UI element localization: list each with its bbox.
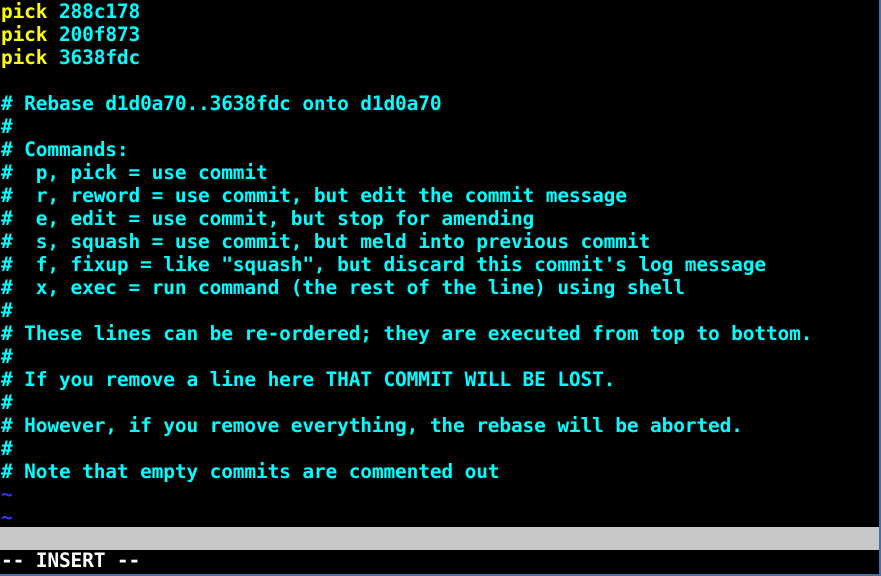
- line-segment-comment: # s, squash = use commit, but meld into …: [1, 230, 651, 253]
- buffer-line-comment[interactable]: # These lines can be re-ordered; they ar…: [1, 322, 879, 345]
- line-segment-comment: # If you remove a line here THAT COMMIT …: [1, 368, 616, 391]
- editor-buffer[interactable]: pick 288c178 Tell .gitattributes that .t…: [0, 0, 879, 527]
- line-segment-message: i am a commit: [151, 46, 303, 69]
- vim-status-line: <ectPorcupine\.git\rebase-merge\git-reba…: [0, 527, 879, 550]
- line-segment-comment: #: [1, 345, 13, 368]
- buffer-line-comment[interactable]: #: [1, 345, 879, 368]
- buffer-line-comment[interactable]: # Rebase d1d0a70..3638fdc onto d1d0a70: [1, 92, 879, 115]
- line-segment-comment: # f, fixup = like "squash", but discard …: [1, 253, 766, 276]
- buffer-line-comment[interactable]: # s, squash = use commit, but meld into …: [1, 230, 879, 253]
- buffer-line-comment[interactable]: #: [1, 391, 879, 414]
- line-segment-comment: # Commands:: [1, 138, 129, 161]
- line-segment-comment: #: [1, 299, 13, 322]
- buffer-line-comment[interactable]: #: [1, 299, 879, 322]
- line-segment-comment: # However, if you remove everything, the…: [1, 414, 743, 437]
- buffer-line-comment[interactable]: # f, fixup = like "squash", but discard …: [1, 253, 879, 276]
- buffer-line-comment[interactable]: # x, exec = run command (the rest of the…: [1, 276, 879, 299]
- buffer-line-comment[interactable]: # Commands:: [1, 138, 879, 161]
- vim-mode-indicator: -- INSERT --: [0, 550, 879, 572]
- line-segment-comment: #: [1, 437, 13, 460]
- buffer-line-comment[interactable]: # If you remove a line here THAT COMMIT …: [1, 368, 879, 391]
- line-segment-comment: # These lines can be re-ordered; they ar…: [1, 322, 813, 345]
- line-segment-hash: 3638fdc: [58, 46, 152, 69]
- line-segment-hash: 200f873: [58, 23, 152, 46]
- buffer-line-comment[interactable]: #: [1, 437, 879, 460]
- line-segment-comment: # Rebase d1d0a70..3638fdc onto d1d0a70: [1, 92, 442, 115]
- buffer-line-pick[interactable]: pick 288c178 Tell .gitattributes that .t…: [1, 0, 879, 23]
- buffer-line-comment[interactable]: # e, edit = use commit, but stop for ame…: [1, 207, 879, 230]
- line-segment-comment: # r, reword = use commit, but edit the c…: [1, 184, 627, 207]
- line-segment-keyword: pick: [1, 23, 59, 46]
- buffer-line-tilde[interactable]: ~: [1, 506, 879, 527]
- buffer-line-pick[interactable]: pick 200f873 Update GIT_TUTORIAL: [1, 23, 879, 46]
- buffer-line-comment[interactable]: # Note that empty commits are commented …: [1, 460, 879, 483]
- line-segment-comment: # e, edit = use commit, but stop for ame…: [1, 207, 535, 230]
- line-segment-comment: #: [1, 115, 13, 138]
- line-segment-message: Tell .gitattributes that .txt files are …: [151, 0, 755, 23]
- buffer-line-comment[interactable]: # However, if you remove everything, the…: [1, 414, 879, 437]
- buffer-line-blank[interactable]: [1, 69, 879, 92]
- buffer-line-comment[interactable]: # p, pick = use commit: [1, 161, 879, 184]
- buffer-line-pick[interactable]: pick 3638fdc i am a commit: [1, 46, 879, 69]
- line-segment-comment: # p, pick = use commit: [1, 161, 268, 184]
- buffer-line-comment[interactable]: #: [1, 115, 879, 138]
- buffer-line-tilde[interactable]: ~: [1, 483, 879, 506]
- line-segment-message: Update GIT_TUTORIAL: [151, 23, 372, 46]
- buffer-line-comment[interactable]: # r, reword = use commit, but edit the c…: [1, 184, 879, 207]
- line-segment-tilde: ~: [1, 483, 13, 506]
- line-segment-tilde: ~: [1, 506, 13, 527]
- line-segment-comment: #: [1, 391, 13, 414]
- line-segment-comment: # x, exec = run command (the rest of the…: [1, 276, 685, 299]
- vim-terminal-window[interactable]: pick 288c178 Tell .gitattributes that .t…: [0, 0, 881, 576]
- line-segment-hash: 288c178: [58, 0, 152, 23]
- line-segment-keyword: pick: [1, 0, 59, 23]
- line-segment-comment: # Note that empty commits are commented …: [1, 460, 500, 483]
- line-segment-keyword: pick: [1, 46, 59, 69]
